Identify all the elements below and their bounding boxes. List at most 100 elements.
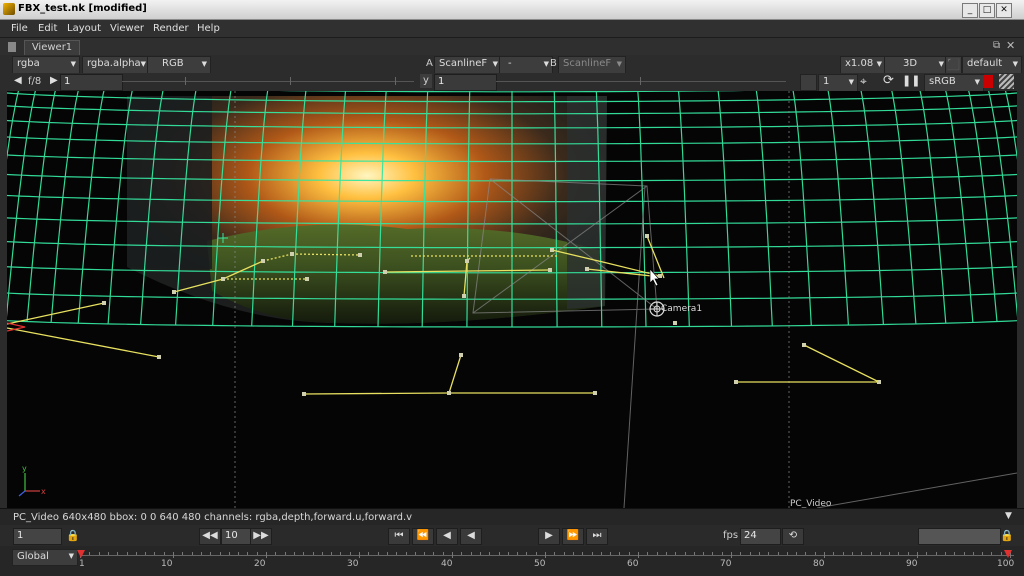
lock-range-icon[interactable]: 🔒 (1000, 529, 1014, 542)
tab-viewer1[interactable]: Viewer1 (24, 40, 80, 56)
menu-viewer[interactable]: Viewer (110, 23, 144, 34)
timeline[interactable]: Global ▼ 1 10 20 30 40 50 60 70 80 90 100 (0, 546, 1024, 576)
timeline-tick (1000, 552, 1002, 555)
camera-dropdown[interactable]: default ▼ (962, 56, 1022, 74)
timeline-tick (749, 552, 751, 555)
timeline-label-90: 90 (906, 559, 918, 569)
proxy-left-arrow-icon[interactable]: ◀ (14, 75, 22, 86)
title-bar: FBX_test.nk [modified] _ □ ✕ (0, 0, 1024, 20)
minimize-button[interactable]: _ (962, 3, 978, 18)
pane-menu-icon[interactable] (8, 42, 16, 52)
lock-camera-icon[interactable]: ⬛ (945, 56, 962, 74)
float-pane-icon[interactable]: ⧉ (993, 40, 1000, 51)
next-keyframe-button[interactable]: ⏩ (562, 528, 584, 545)
input-process-icon[interactable] (983, 75, 993, 88)
playback-range-field[interactable] (918, 528, 1001, 545)
gain-slider[interactable] (122, 81, 414, 82)
timeline-tick (898, 552, 900, 555)
gamma-slider[interactable] (496, 81, 786, 82)
backdrop-image (127, 96, 607, 324)
gamma-field[interactable]: 1 (434, 74, 497, 91)
timeline-tick (89, 552, 91, 555)
prev-frame-button[interactable]: ◀ (436, 528, 458, 545)
step-forward-button[interactable]: ▶▶ (250, 528, 272, 545)
timeline-tick (517, 552, 519, 555)
viewer-3d-viewport[interactable]: Camera1 PC_Video y x (7, 91, 1017, 508)
b-input-dropdown[interactable]: ScanlineF ▼ (558, 56, 626, 74)
timeline-tick (414, 552, 416, 555)
timeline-tick (814, 552, 816, 555)
lock-frame-icon[interactable]: 🔒 (66, 529, 80, 542)
format-label: PC_Video (790, 499, 832, 508)
timeline-tick (712, 552, 714, 555)
timeline-tick (507, 552, 509, 555)
cursor-icon (649, 268, 660, 287)
timeline-tick (786, 552, 788, 555)
menu-help[interactable]: Help (197, 23, 220, 34)
a-input-label: A (426, 58, 433, 69)
timeline-tick (731, 552, 732, 558)
colorspace-dropdown[interactable]: sRGB ▼ (924, 74, 984, 92)
out-point-icon[interactable] (1004, 550, 1012, 558)
last-frame-button[interactable]: ⏭ (586, 528, 608, 545)
clipping-warning-icon[interactable] (999, 74, 1014, 89)
timeline-tick (879, 552, 881, 555)
view-mode-dropdown[interactable]: 3D ▼ (884, 56, 948, 74)
maximize-button[interactable]: □ (979, 3, 995, 18)
play-backward-button[interactable]: ◀ (460, 528, 482, 545)
playhead-icon[interactable] (77, 550, 85, 558)
timeline-tick (135, 552, 137, 555)
menu-render[interactable]: Render (153, 23, 189, 34)
timeline-tick (154, 552, 156, 555)
close-button[interactable]: ✕ (996, 3, 1012, 18)
close-pane-icon[interactable]: ✕ (1006, 39, 1015, 52)
channels-dropdown[interactable]: rgba ▼ (12, 56, 80, 74)
pause-icon[interactable]: ❚❚ (902, 74, 920, 87)
timeline-tick (210, 552, 212, 555)
first-frame-button[interactable]: ⏮ (388, 528, 410, 545)
current-frame-field[interactable]: 1 (13, 528, 62, 545)
timeline-tick (572, 552, 574, 555)
scene-3d[interactable]: Camera1 PC_Video y x (7, 91, 1017, 508)
timeline-tick (98, 552, 100, 555)
zoom-dropdown[interactable]: x1.08 ▼ (840, 56, 886, 74)
timeline-tick (842, 552, 844, 555)
loop-mode-button[interactable]: ⟲ (782, 528, 804, 545)
roi-icon[interactable] (800, 74, 817, 91)
a-input-dropdown[interactable]: ScanlineF ▼ (434, 56, 502, 74)
svg-text:y: y (22, 464, 27, 473)
alpha-channel-dropdown[interactable]: rgba.alpha ▼ (82, 56, 150, 74)
timeline-tick (851, 552, 853, 555)
viewer-toolbar-top: rgba ▼ rgba.alpha ▼ RGB ▼ A ScanlineF ▼ - ▼ B… (0, 55, 1024, 74)
timeline-tick (777, 552, 779, 555)
timeline-track[interactable] (80, 555, 1014, 556)
info-dropdown-icon[interactable]: ▼ (1005, 511, 1012, 521)
timeline-tick (228, 552, 230, 555)
range-mode-dropdown[interactable]: Global ▼ (12, 549, 78, 566)
timeline-tick (340, 552, 342, 555)
frame-field[interactable]: 1 ▼ (818, 74, 858, 92)
crosshair-icon[interactable]: ⌖ (860, 74, 867, 89)
refresh-icon[interactable]: ⟳ (883, 73, 894, 88)
menu-layout[interactable]: Layout (67, 23, 101, 34)
step-back-button[interactable]: ◀◀ (199, 528, 221, 545)
menu-edit[interactable]: Edit (38, 23, 57, 34)
menu-file[interactable]: File (11, 23, 28, 34)
compare-mode-dropdown[interactable]: - ▼ (499, 56, 553, 74)
timeline-tick (163, 552, 165, 555)
step-increment-field[interactable]: 10 (221, 528, 252, 545)
timeline-tick (191, 552, 193, 555)
gain-field[interactable]: 1 (60, 74, 123, 91)
timeline-tick (312, 552, 314, 555)
play-forward-button[interactable]: ▶ (538, 528, 560, 545)
proxy-right-arrow-icon[interactable]: ▶ (50, 75, 58, 86)
timeline-tick (173, 552, 174, 558)
camera-label: Camera1 (661, 304, 702, 314)
timeline-tick (963, 552, 965, 555)
prev-keyframe-button[interactable]: ⏪ (412, 528, 434, 545)
timeline-tick (721, 552, 723, 555)
display-channels-dropdown[interactable]: RGB ▼ (147, 56, 211, 74)
timeline-tick (349, 552, 351, 555)
fps-field[interactable]: 24 (740, 528, 781, 545)
timeline-label-1: 1 (79, 559, 85, 569)
